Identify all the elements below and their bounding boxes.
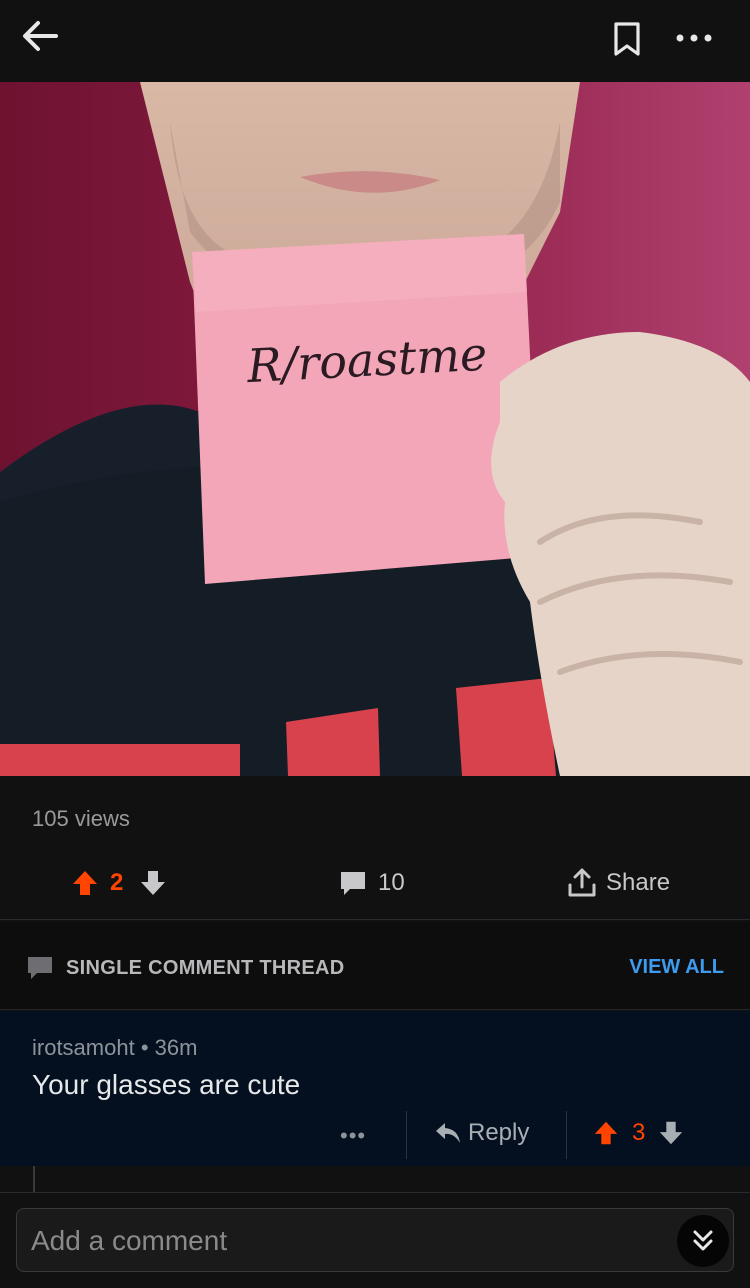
bookmark-button[interactable]: [610, 18, 644, 58]
comment-composer: [16, 1208, 734, 1272]
view-all-link[interactable]: VIEW ALL: [629, 956, 724, 979]
comments-button[interactable]: 10: [338, 866, 405, 900]
back-button[interactable]: [18, 14, 62, 58]
share-label: Share: [606, 869, 671, 896]
downvote-arrow-icon[interactable]: [657, 1119, 685, 1147]
comment-bubble-icon: [28, 957, 52, 979]
reply-arrow-icon: [436, 1123, 460, 1143]
meta-separator: •: [140, 1035, 149, 1060]
comment-bubble-icon: [341, 872, 365, 895]
downvote-arrow-icon[interactable]: [138, 868, 168, 898]
comment-score: 3: [632, 1119, 646, 1146]
comment-card: irotsamoht • 36m Your glasses are cute •…: [0, 1011, 750, 1166]
comment-meta: irotsamoht • 36m: [32, 1035, 197, 1061]
comment-body: Your glasses are cute: [32, 1069, 301, 1100]
thread-title-group: SINGLE COMMENT THREAD: [26, 954, 345, 982]
divider: [566, 1111, 567, 1159]
share-upload-icon: [568, 868, 596, 897]
comment-more-button[interactable]: •••: [340, 1123, 366, 1149]
thread-line: [33, 1166, 35, 1192]
more-horizontal-icon: [676, 34, 712, 42]
comment-author[interactable]: irotsamoht: [32, 1035, 135, 1060]
bookmark-icon: [614, 22, 640, 56]
upvote-arrow-icon[interactable]: [592, 1119, 620, 1147]
reply-button[interactable]: Reply: [434, 1119, 529, 1147]
view-count: 105 views: [32, 806, 130, 831]
double-chevron-down-icon: [693, 1230, 713, 1251]
divider: [0, 1192, 750, 1193]
comment-vote: 3: [592, 1119, 685, 1147]
comment-age: 36m: [154, 1035, 198, 1060]
post-image[interactable]: R/roastme: [0, 82, 750, 776]
add-comment-input[interactable]: [31, 1219, 631, 1263]
divider: [406, 1111, 407, 1159]
post-vote: 2: [70, 866, 168, 900]
arrow-left-icon: [23, 21, 58, 51]
more-options-button[interactable]: [670, 18, 720, 58]
reply-label: Reply: [468, 1119, 530, 1146]
thread-title: SINGLE COMMENT THREAD: [66, 956, 345, 979]
post-actions: 2 10 Share: [0, 850, 750, 920]
comment-actions: ••• Reply 3: [330, 1111, 750, 1161]
post-score: 2: [110, 869, 124, 896]
comments-count: 10: [378, 869, 405, 896]
share-button[interactable]: Share: [566, 866, 670, 900]
selfie-photo: R/roastme: [0, 82, 750, 776]
top-bar: [0, 0, 750, 82]
collapse-button[interactable]: [677, 1215, 729, 1267]
thread-header: SINGLE COMMENT THREAD VIEW ALL: [0, 922, 750, 1010]
upvote-arrow-icon[interactable]: [70, 868, 100, 898]
